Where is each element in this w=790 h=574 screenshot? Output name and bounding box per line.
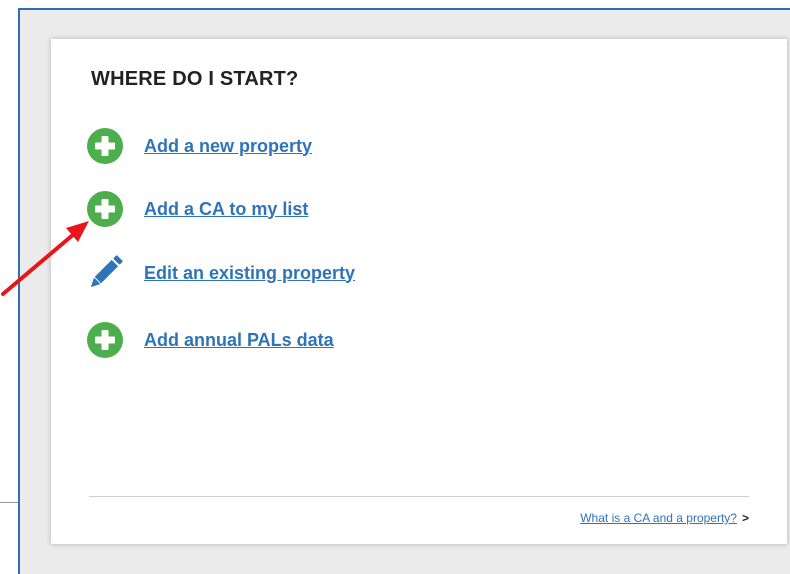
where-do-i-start-panel: WHERE DO I START? Add a new property Add… — [51, 39, 787, 544]
footer-caret: > — [741, 511, 749, 525]
add-new-property-link[interactable]: Add a new property — [144, 136, 312, 157]
add-annual-pals-data-link[interactable]: Add annual PALs data — [144, 330, 334, 351]
plus-circle-icon — [87, 191, 123, 227]
plus-circle-icon — [87, 128, 123, 164]
what-is-ca-link[interactable]: What is a CA and a property? — [580, 511, 737, 525]
add-ca-to-list-action[interactable]: Add a CA to my list — [87, 191, 308, 227]
panel-divider — [89, 496, 749, 497]
panel-footer: What is a CA and a property? > — [580, 511, 749, 525]
add-new-property-action[interactable]: Add a new property — [87, 128, 312, 164]
add-annual-pals-data-action[interactable]: Add annual PALs data — [87, 322, 334, 358]
pencil-icon — [90, 255, 123, 288]
panel-title: WHERE DO I START? — [91, 68, 299, 90]
add-ca-to-list-link[interactable]: Add a CA to my list — [144, 199, 308, 220]
edit-existing-property-action[interactable]: Edit an existing property — [87, 255, 355, 291]
edit-existing-property-link[interactable]: Edit an existing property — [144, 263, 355, 284]
background-line — [0, 502, 20, 503]
plus-circle-icon — [87, 322, 123, 358]
